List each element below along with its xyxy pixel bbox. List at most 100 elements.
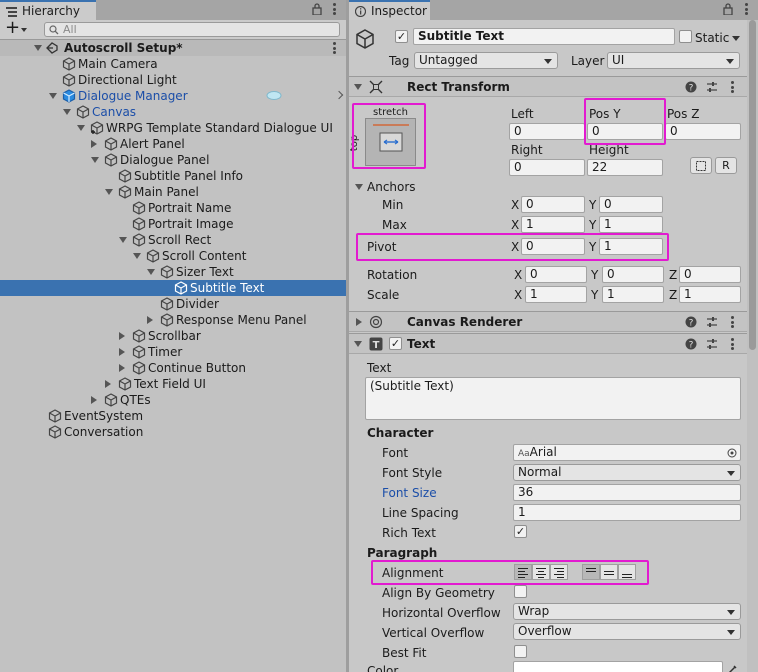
h-overflow-dropdown[interactable]: Wrap bbox=[513, 603, 741, 620]
expand-arrow[interactable] bbox=[119, 332, 125, 340]
pivot-x-field[interactable]: 0 bbox=[521, 238, 585, 255]
text-area[interactable]: (Subtitle Text) bbox=[365, 377, 741, 420]
static-checkbox[interactable] bbox=[679, 30, 692, 43]
hierarchy-row[interactable]: Continue Button bbox=[0, 360, 346, 376]
component-menu-icon[interactable] bbox=[730, 316, 734, 328]
expand-arrow[interactable] bbox=[105, 189, 113, 195]
align-center-button[interactable] bbox=[532, 564, 550, 580]
hierarchy-row[interactable]: Dialogue Manager bbox=[0, 88, 346, 104]
best-fit-checkbox[interactable] bbox=[514, 645, 527, 658]
scale-x-field[interactable]: 1 bbox=[525, 286, 587, 303]
line-spacing-field[interactable]: 1 bbox=[513, 504, 741, 521]
align-middle-button[interactable] bbox=[600, 564, 618, 580]
rot-y-field[interactable]: 0 bbox=[602, 266, 664, 283]
text-enabled-checkbox[interactable]: ✓ bbox=[389, 337, 402, 350]
hierarchy-row[interactable]: Main Panel bbox=[0, 184, 346, 200]
object-picker-icon[interactable] bbox=[727, 448, 737, 458]
rich-text-checkbox[interactable]: ✓ bbox=[514, 525, 527, 538]
scene-menu-icon[interactable] bbox=[332, 42, 336, 54]
font-field[interactable]: AaArial bbox=[513, 444, 741, 461]
align-top-button[interactable] bbox=[582, 564, 600, 580]
help-icon[interactable]: ? bbox=[685, 338, 697, 350]
active-checkbox[interactable]: ✓ bbox=[395, 30, 408, 43]
align-by-geometry-checkbox[interactable] bbox=[514, 585, 527, 598]
min-x-field[interactable]: 0 bbox=[521, 196, 585, 213]
rot-x-field[interactable]: 0 bbox=[525, 266, 587, 283]
hierarchy-row[interactable]: Response Menu Panel bbox=[0, 312, 346, 328]
eyedropper-icon[interactable] bbox=[727, 663, 739, 672]
expand-arrow[interactable] bbox=[354, 84, 362, 90]
hierarchy-row[interactable]: Divider bbox=[0, 296, 346, 312]
canvas-renderer-header[interactable]: Canvas Renderer ? bbox=[349, 311, 747, 332]
static-dropdown-icon[interactable] bbox=[732, 36, 740, 41]
text-component-header[interactable]: T ✓ Text ? bbox=[349, 333, 747, 354]
help-icon[interactable]: ? bbox=[685, 316, 697, 328]
lock-icon[interactable] bbox=[723, 3, 733, 15]
hierarchy-row[interactable]: Timer bbox=[0, 344, 346, 360]
align-left-button[interactable] bbox=[514, 564, 532, 580]
expand-arrow[interactable] bbox=[91, 157, 99, 163]
scale-y-field[interactable]: 1 bbox=[602, 286, 664, 303]
expand-arrow[interactable] bbox=[91, 396, 97, 404]
more-menu-icon[interactable] bbox=[332, 3, 336, 15]
preset-sliders-icon[interactable] bbox=[706, 338, 718, 350]
hierarchy-row[interactable]: Scrollbar bbox=[0, 328, 346, 344]
min-y-field[interactable]: 0 bbox=[599, 196, 663, 213]
add-button[interactable]: + bbox=[5, 18, 20, 38]
expand-arrow[interactable] bbox=[354, 341, 362, 347]
expand-arrow[interactable] bbox=[34, 45, 42, 51]
object-name-field[interactable]: Subtitle Text bbox=[413, 28, 675, 45]
expand-arrow[interactable] bbox=[49, 93, 57, 99]
v-overflow-dropdown[interactable]: Overflow bbox=[513, 623, 741, 640]
height-field[interactable]: 22 bbox=[587, 159, 663, 176]
lock-icon[interactable] bbox=[312, 3, 322, 15]
hierarchy-row[interactable]: WRPG Template Standard Dialogue UI bbox=[0, 120, 346, 136]
component-menu-icon[interactable] bbox=[730, 81, 734, 93]
component-menu-icon[interactable] bbox=[730, 338, 734, 350]
rect-transform-header[interactable]: Rect Transform ? bbox=[349, 76, 747, 97]
blueprint-mode-button[interactable] bbox=[690, 157, 712, 174]
hierarchy-row[interactable]: Portrait Name bbox=[0, 200, 346, 216]
expand-arrow[interactable] bbox=[77, 125, 85, 131]
expand-arrow[interactable] bbox=[119, 364, 125, 372]
color-field[interactable] bbox=[513, 661, 723, 672]
expand-arrow[interactable] bbox=[133, 253, 141, 259]
max-x-field[interactable]: 1 bbox=[521, 216, 585, 233]
hierarchy-row[interactable]: Text Field UI bbox=[0, 376, 346, 392]
inspector-scrollbar[interactable] bbox=[747, 20, 758, 672]
hierarchy-row[interactable]: Subtitle Panel Info bbox=[0, 168, 346, 184]
scrollbar-thumb[interactable] bbox=[749, 20, 756, 350]
hierarchy-row[interactable]: Scroll Rect bbox=[0, 232, 346, 248]
search-input[interactable]: All bbox=[44, 22, 340, 37]
posy-field[interactable]: 0 bbox=[587, 123, 663, 140]
right-field[interactable]: 0 bbox=[509, 159, 585, 176]
anchors-expand-arrow[interactable] bbox=[355, 184, 363, 190]
posz-field[interactable]: 0 bbox=[665, 123, 741, 140]
scene-row[interactable]: Autoscroll Setup* bbox=[0, 40, 346, 56]
expand-arrow[interactable] bbox=[356, 318, 362, 326]
scale-z-field[interactable]: 1 bbox=[679, 286, 741, 303]
font-style-dropdown[interactable]: Normal bbox=[513, 464, 741, 481]
hierarchy-row[interactable]: Subtitle Text bbox=[0, 280, 346, 296]
hierarchy-row[interactable]: Scroll Content bbox=[0, 248, 346, 264]
pivot-y-field[interactable]: 1 bbox=[599, 238, 663, 255]
align-right-button[interactable] bbox=[550, 564, 568, 580]
font-size-field[interactable]: 36 bbox=[513, 484, 741, 501]
rot-z-field[interactable]: 0 bbox=[679, 266, 741, 283]
hierarchy-row[interactable]: EventSystem bbox=[0, 408, 346, 424]
hierarchy-row[interactable]: Main Camera bbox=[0, 56, 346, 72]
expand-arrow[interactable] bbox=[147, 269, 155, 275]
expand-arrow[interactable] bbox=[119, 348, 125, 356]
help-icon[interactable]: ? bbox=[685, 81, 697, 93]
hierarchy-row[interactable]: QTEs bbox=[0, 392, 346, 408]
raw-edit-button[interactable]: R bbox=[715, 157, 737, 174]
expand-arrow[interactable] bbox=[63, 109, 71, 115]
hierarchy-row[interactable]: Portrait Image bbox=[0, 216, 346, 232]
chevron-down-icon[interactable] bbox=[21, 28, 27, 32]
hierarchy-row[interactable]: Sizer Text bbox=[0, 264, 346, 280]
hierarchy-row[interactable]: Directional Light bbox=[0, 72, 346, 88]
hierarchy-row[interactable]: Canvas bbox=[0, 104, 346, 120]
hierarchy-row[interactable]: Dialogue Panel bbox=[0, 152, 346, 168]
align-bottom-button[interactable] bbox=[618, 564, 636, 580]
tab-inspector[interactable]: Inspector bbox=[349, 0, 430, 20]
